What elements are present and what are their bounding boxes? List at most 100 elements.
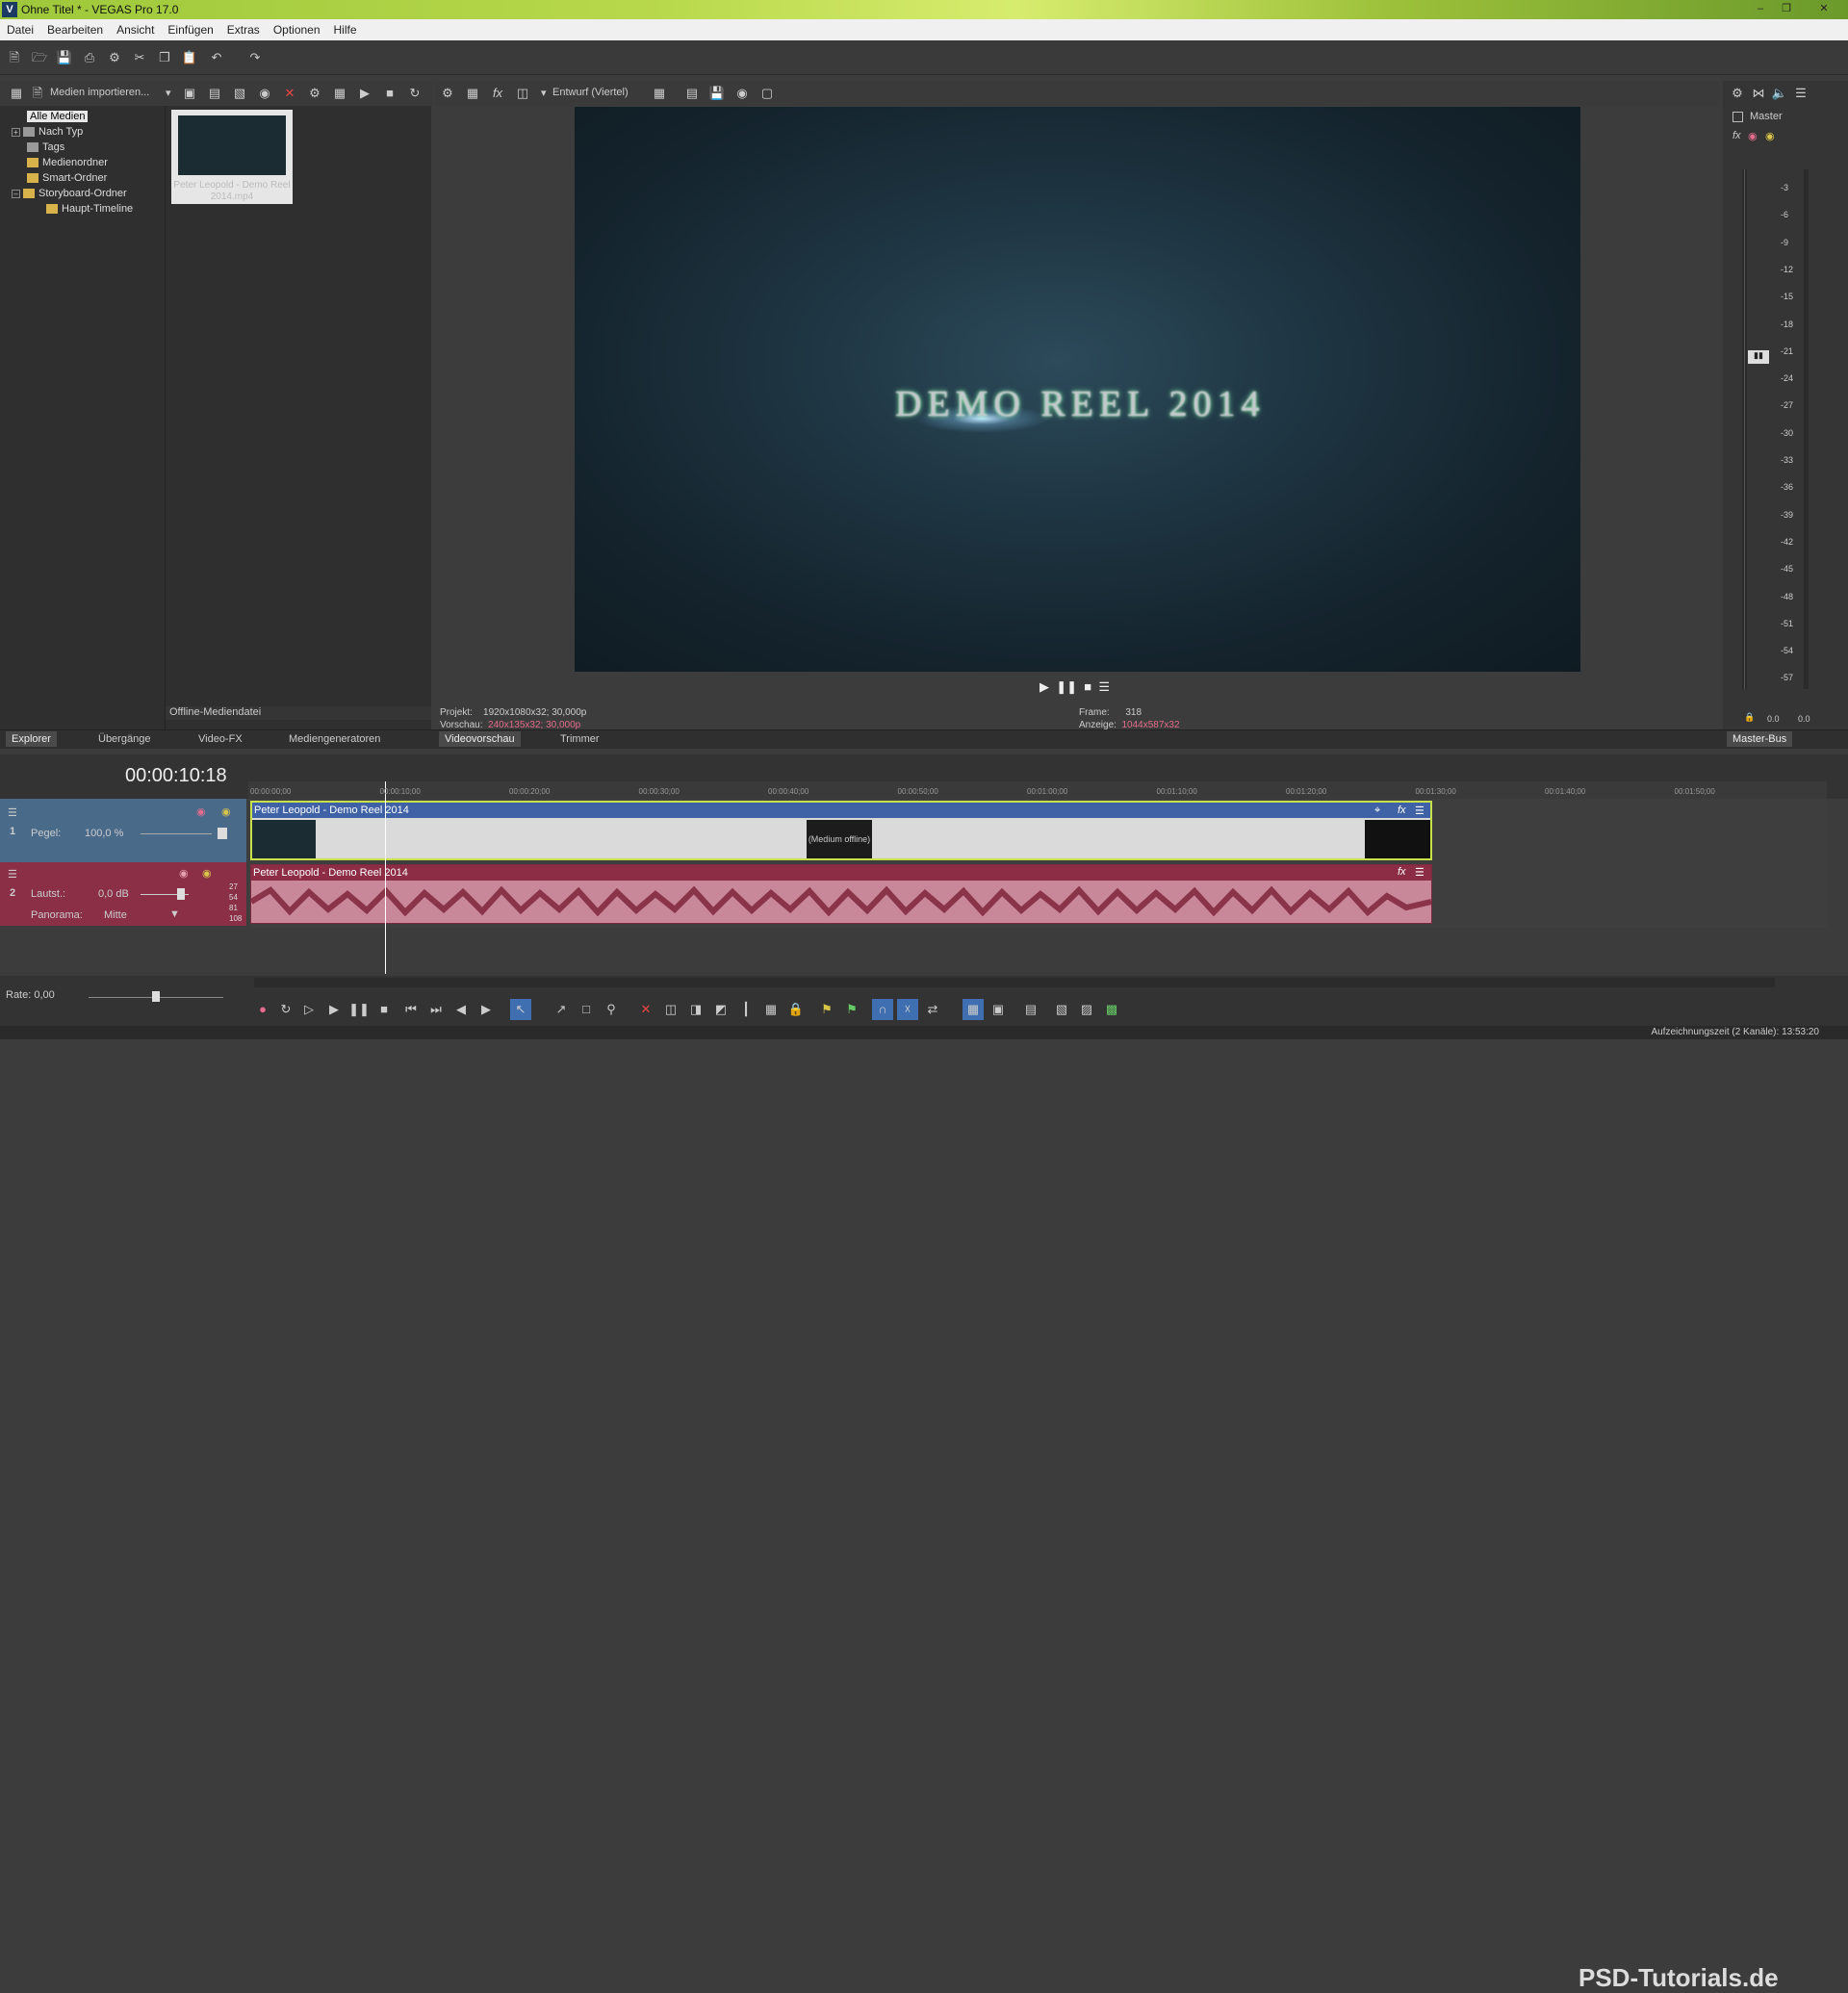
media-view-icon[interactable]: ▦: [6, 83, 27, 104]
mixer-icon[interactable]: ⋈: [1748, 83, 1769, 104]
audio-track-header[interactable]: ☰ 2 ◉ ◉ Lautst.: 0,0 dB Panorama: Mitte …: [0, 862, 246, 926]
master-fader-handle[interactable]: ▮▮: [1748, 350, 1769, 364]
auto-crossfade-icon[interactable]: ☓: [897, 999, 918, 1020]
normal-edit-tool-icon[interactable]: ↖: [510, 999, 531, 1020]
replace-icon[interactable]: ◉: [254, 83, 275, 104]
menu-einfuegen[interactable]: Einfügen: [161, 19, 219, 37]
track-menu-icon[interactable]: ☰: [8, 868, 17, 881]
master-mute-icon[interactable]: ◉: [1748, 130, 1758, 142]
split-screen-icon[interactable]: ◫: [512, 83, 533, 104]
master-lock-icon[interactable]: 🔒: [1744, 712, 1755, 723]
channel-icon[interactable]: ☰: [1790, 83, 1811, 104]
menu-hilfe[interactable]: Hilfe: [327, 19, 364, 37]
audio-fx-icon[interactable]: fx: [1398, 866, 1406, 878]
level-slider-handle[interactable]: [218, 828, 227, 839]
pause-icon[interactable]: ❚❚: [348, 999, 370, 1020]
ripple-edit-icon[interactable]: ⇄: [922, 999, 943, 1020]
device-preview-icon[interactable]: ▦: [462, 83, 483, 104]
prev-frame-icon[interactable]: ◀: [450, 999, 472, 1020]
close-icon[interactable]: ✕: [1813, 2, 1835, 16]
rate-slider-handle[interactable]: [152, 991, 160, 1002]
selection-tool-icon[interactable]: □: [576, 999, 597, 1020]
preview-properties-icon[interactable]: ⚙: [437, 83, 458, 104]
delete-icon[interactable]: ✕: [279, 83, 300, 104]
region-icon[interactable]: ⚑: [841, 999, 862, 1020]
master-solo-icon[interactable]: ◉: [1765, 130, 1775, 142]
master-fx-icon[interactable]: fx: [1732, 130, 1741, 141]
ignore-grouping-icon[interactable]: ▦: [760, 999, 782, 1020]
cut-icon[interactable]: ✂: [129, 47, 150, 68]
post-edit-ripple-icon[interactable]: ▤: [1020, 999, 1041, 1020]
audio-event-menu-icon[interactable]: ☰: [1415, 866, 1424, 879]
preview-quality-dropdown[interactable]: Entwurf (Viertel): [552, 87, 629, 98]
save-icon[interactable]: 💾: [54, 47, 75, 68]
master-checkbox[interactable]: [1732, 112, 1743, 122]
menu-datei[interactable]: Datei: [0, 19, 40, 37]
solo-icon[interactable]: ◉: [221, 805, 231, 818]
master-properties-icon[interactable]: ⚙: [1727, 83, 1748, 104]
tab-explorer[interactable]: Explorer: [6, 731, 57, 747]
trim-start-icon[interactable]: ◨: [685, 999, 706, 1020]
envelope-tool-icon[interactable]: ↗: [551, 999, 572, 1020]
grid-overlay-icon[interactable]: ▦: [649, 83, 670, 104]
menu-icon[interactable]: ☰: [1098, 679, 1110, 694]
marker-icon[interactable]: ⚑: [816, 999, 837, 1020]
open-folder-icon[interactable]: 🗁: [29, 47, 50, 68]
collapse-icon[interactable]: –: [12, 189, 20, 198]
tree-item-tags[interactable]: Tags: [0, 140, 165, 155]
speaker-icon[interactable]: 🔈: [1769, 83, 1790, 104]
redo-icon[interactable]: ↷: [244, 47, 266, 68]
safe-area-icon[interactable]: ▢: [757, 83, 778, 104]
video-track-header[interactable]: ☰ 1 ◉ ◉ Pegel: 100,0 %: [0, 799, 246, 862]
ungroup-icon[interactable]: ▨: [1076, 999, 1097, 1020]
playhead[interactable]: [385, 781, 386, 974]
minimize-icon[interactable]: –: [1750, 2, 1771, 16]
copy-icon[interactable]: ❐: [154, 47, 175, 68]
auto-ripple-icon[interactable]: ▦: [962, 999, 984, 1020]
tree-item-storyboard-folder[interactable]: – Storyboard-Ordner: [0, 186, 165, 201]
overlay-icon[interactable]: ◉: [732, 83, 753, 104]
track-menu-icon[interactable]: ☰: [8, 806, 17, 819]
play-icon[interactable]: ▶: [1040, 679, 1049, 694]
mute-icon[interactable]: ◉: [179, 867, 189, 880]
tree-item-media-folder[interactable]: Medienordner: [0, 155, 165, 170]
undo-icon[interactable]: ↶: [206, 47, 227, 68]
media-fx-icon[interactable]: ▦: [329, 83, 350, 104]
copy-snapshot-icon[interactable]: ▤: [681, 83, 703, 104]
record-icon[interactable]: ●: [252, 999, 273, 1020]
play-media-icon[interactable]: ▶: [354, 83, 375, 104]
tree-item-main-timeline[interactable]: Haupt-Timeline: [0, 201, 165, 217]
tab-media-generators[interactable]: Mediengeneratoren: [283, 731, 386, 747]
tree-item-by-type[interactable]: + Nach Typ: [0, 124, 165, 140]
stop-icon[interactable]: ■: [1084, 679, 1091, 694]
tab-video-fx[interactable]: Video-FX: [192, 731, 248, 747]
pan-slider-handle[interactable]: ▼: [169, 908, 180, 920]
group-icon[interactable]: ▧: [1051, 999, 1072, 1020]
tab-trimmer[interactable]: Trimmer: [554, 731, 605, 747]
menu-extras[interactable]: Extras: [220, 19, 267, 37]
chevron-down-icon[interactable]: ▾: [541, 87, 547, 99]
import-media-dropdown[interactable]: Medien importieren...: [50, 87, 149, 98]
mute-icon[interactable]: ◉: [196, 805, 206, 818]
menu-bearbeiten[interactable]: Bearbeiten: [40, 19, 110, 37]
lock-envelopes-icon[interactable]: ▣: [988, 999, 1009, 1020]
trim-end-icon[interactable]: ◩: [710, 999, 732, 1020]
media-import-icon[interactable]: 🗎: [27, 83, 48, 104]
event-menu-icon[interactable]: ☰: [1415, 805, 1424, 817]
delete-tool-icon[interactable]: ✕: [635, 999, 656, 1020]
crop-icon[interactable]: ⌖: [1374, 805, 1380, 817]
stop-icon[interactable]: ■: [373, 999, 395, 1020]
chevron-down-icon[interactable]: ▾: [166, 87, 171, 99]
split-icon[interactable]: ┃: [735, 999, 757, 1020]
stop-media-icon[interactable]: ■: [379, 83, 400, 104]
tab-transitions[interactable]: Übergänge: [92, 731, 156, 747]
snapping-icon[interactable]: ∩: [872, 999, 893, 1020]
capture-icon[interactable]: ▣: [179, 83, 200, 104]
save-snapshot-icon[interactable]: 💾: [706, 83, 728, 104]
menu-ansicht[interactable]: Ansicht: [110, 19, 161, 37]
get-media-icon[interactable]: ▤: [204, 83, 225, 104]
next-frame-icon[interactable]: ▶: [475, 999, 497, 1020]
lock-icon[interactable]: 🔒: [785, 999, 807, 1020]
properties-icon[interactable]: ⚙: [104, 47, 125, 68]
go-to-end-icon[interactable]: ⏭: [425, 999, 447, 1020]
